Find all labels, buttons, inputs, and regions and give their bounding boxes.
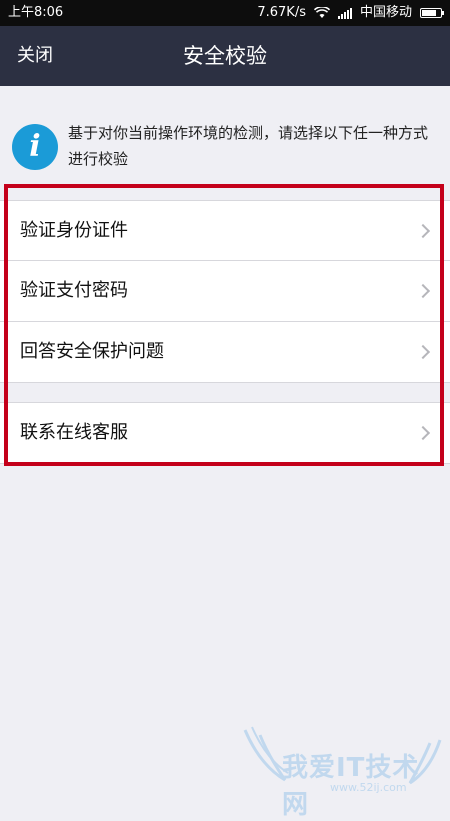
chevron-right-icon [415,344,431,360]
info-text: 基于对你当前操作环境的检测，请选择以下任一种方式进行校验 [68,124,429,168]
option-label: 回答安全保护问题 [20,341,164,362]
network-speed: 7.67K/s [257,5,306,20]
wifi-icon [313,7,330,18]
carrier-name: 中国移动 [359,5,412,20]
battery-icon [420,8,444,18]
nav-bar: 关闭 安全校验 [0,26,450,86]
section-divider [0,383,450,403]
option-verify-id[interactable]: 验证身份证件 [0,200,450,261]
status-right: 7.67K/s 中国移动 [257,0,444,26]
info-icon: i [12,124,58,170]
chevron-right-icon [415,425,431,441]
option-label: 联系在线客服 [20,422,128,443]
option-label: 验证身份证件 [20,220,128,241]
status-bar: 上午8:06 7.67K/s 中国移动 [0,0,450,26]
verification-options: 验证身份证件 验证支付密码 回答安全保护问题 联系在线客服 [0,200,450,464]
page-title: 安全校验 [183,44,267,68]
chevron-right-icon [415,223,431,239]
option-contact-support[interactable]: 联系在线客服 [0,403,450,464]
option-verify-payment-password[interactable]: 验证支付密码 [0,261,450,322]
info-block: i 基于对你当前操作环境的检测，请选择以下任一种方式进行校验 [0,110,450,180]
signal-icon [337,7,352,19]
status-time: 上午8:06 [8,5,64,20]
option-security-question[interactable]: 回答安全保护问题 [0,322,450,383]
chevron-right-icon [415,283,431,299]
watermark-url: www.52ij.com [330,781,407,794]
option-label: 验证支付密码 [20,280,128,301]
watermark: 我爱IT技术网 www.52ij.com [240,725,445,820]
